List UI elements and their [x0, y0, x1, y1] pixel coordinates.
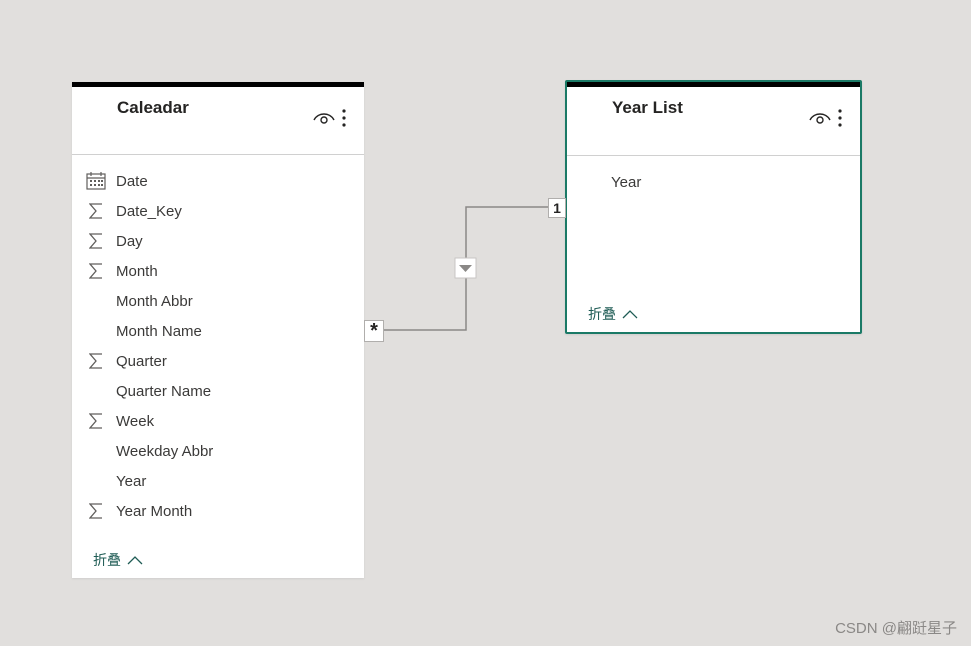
visibility-eye-icon[interactable]	[809, 110, 831, 126]
header-divider	[72, 154, 364, 155]
filter-direction-icon[interactable]	[454, 257, 477, 279]
field-label: Week	[116, 412, 155, 430]
field-label: Weekday Abbr	[116, 442, 214, 460]
sigma-icon	[86, 351, 106, 371]
chevron-up-icon	[127, 552, 143, 568]
field-item[interactable]: Date_Key	[86, 196, 346, 226]
chevron-up-icon	[622, 306, 638, 322]
field-item[interactable]: Month Abbr	[86, 286, 346, 316]
card-top-bar	[567, 82, 860, 87]
table-title: Year List	[612, 98, 683, 117]
field-item[interactable]: Year Month	[86, 496, 346, 526]
header-actions	[313, 108, 347, 128]
collapse-label: 折叠	[588, 306, 616, 322]
header-actions	[809, 108, 843, 128]
collapse-button[interactable]: 折叠	[588, 304, 638, 324]
field-label: Date	[116, 172, 148, 190]
sigma-icon	[86, 501, 106, 521]
field-item[interactable]: Month	[86, 256, 346, 286]
field-item[interactable]: Year	[86, 466, 346, 496]
card-top-bar	[72, 82, 364, 87]
field-item[interactable]: Quarter	[86, 346, 346, 376]
header-divider	[567, 155, 860, 156]
field-label: Month Name	[116, 322, 202, 340]
visibility-eye-icon[interactable]	[313, 110, 335, 126]
sigma-icon	[86, 261, 106, 281]
one-cardinality-marker: 1	[548, 198, 566, 218]
field-item[interactable]: Year	[581, 167, 841, 197]
collapse-button[interactable]: 折叠	[93, 550, 143, 570]
field-item[interactable]: Date	[86, 166, 346, 196]
sigma-icon	[86, 201, 106, 221]
sigma-icon	[86, 411, 106, 431]
field-item[interactable]: Month Name	[86, 316, 346, 346]
field-item[interactable]: Day	[86, 226, 346, 256]
field-label: Quarter Name	[116, 382, 212, 400]
field-label: Year	[611, 173, 642, 191]
more-options-icon[interactable]	[341, 108, 347, 128]
field-label: Month	[116, 262, 158, 280]
watermark-text: CSDN @翩跹星子	[835, 620, 957, 637]
calendar-icon	[86, 171, 106, 191]
more-options-icon[interactable]	[837, 108, 843, 128]
collapse-label: 折叠	[93, 552, 121, 568]
table-card-year-list[interactable]: Year List Year 折叠	[565, 80, 862, 334]
field-label: Date_Key	[116, 202, 182, 220]
table-card-calendar[interactable]: Caleadar Date Date_Key Day Month Month A…	[72, 82, 364, 578]
many-cardinality-marker: *	[364, 320, 384, 342]
field-label: Year Month	[116, 502, 193, 520]
field-label: Quarter	[116, 352, 167, 370]
sigma-icon	[86, 231, 106, 251]
table-title: Caleadar	[117, 98, 189, 117]
field-label: Month Abbr	[116, 292, 193, 310]
field-item[interactable]: Quarter Name	[86, 376, 346, 406]
field-item[interactable]: Weekday Abbr	[86, 436, 346, 466]
field-label: Day	[116, 232, 143, 250]
field-label: Year	[116, 472, 147, 490]
field-item[interactable]: Week	[86, 406, 346, 436]
